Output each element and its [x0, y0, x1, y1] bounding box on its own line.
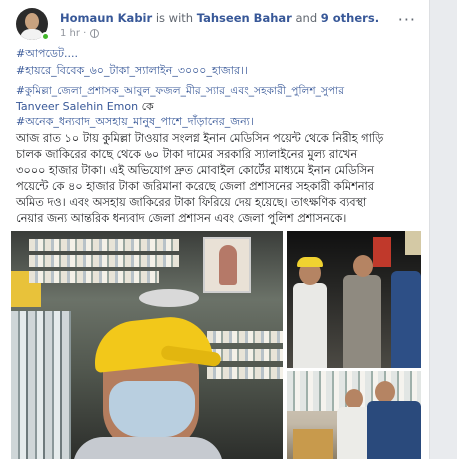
photo-ceiling-fan [139, 289, 199, 307]
poster-figure [219, 245, 237, 285]
photo-shelf [29, 255, 179, 267]
photo-shelf [29, 239, 179, 251]
photo-bottles [11, 311, 71, 459]
body-line-2: চালক জাকিরের কাছে থেকে ৬০ টাকা দামের সরক… [16, 148, 358, 161]
tagged-person-link[interactable]: Tahseen Bahar [197, 11, 292, 25]
more-options-icon[interactable]: ··· [398, 10, 416, 29]
online-status-dot [41, 32, 50, 41]
body-line-6: নেয়ার জন্য আন্তরিক ধন্যবাদ জেলা প্রশাসন… [16, 212, 347, 225]
photo-sign [405, 231, 421, 255]
photo-figure [391, 271, 421, 368]
photo-shirt [73, 437, 223, 459]
body-line-4: পয়েন্টে কে ৪০ হাজার টাকা জরিমানা করেছে … [16, 180, 375, 193]
photo-main-pharmacy[interactable] [11, 231, 283, 459]
others-link[interactable]: 9 others. [321, 11, 379, 25]
photo-head [375, 381, 395, 403]
photo-street-night[interactable] [287, 231, 421, 368]
and-text: and [295, 11, 318, 25]
photo-shelf [207, 367, 283, 379]
photo-head [345, 389, 363, 409]
post-header: Homaun Kabir is with Tahseen Bahar and 9… [16, 8, 416, 42]
body-line-3: ৩০০০ হাজার টাকা। এই অভিযোগ দ্রুত মোবাইল … [16, 164, 374, 177]
mention-suffix: কে [141, 100, 154, 113]
feed-post: Homaun Kabir is with Tahseen Bahar and 9… [0, 0, 430, 459]
hashtag-bibek[interactable]: #হায়রে_বিবেক_৬০_টাকা_স্যালাইন_৩০০০_হাজা… [16, 63, 416, 78]
photo-poster [203, 237, 251, 293]
photo-cap [297, 257, 323, 267]
hashtag-thanks[interactable]: #অনেক_ধন্যবাদ_অসহায়_মানুষ_পাশে_দাঁড়ানে… [16, 114, 416, 129]
hashtag-comilla[interactable]: #কুমিল্লা_জেলা_প্রশাসক_আবুল_ফজল_মীর_স্যা… [16, 84, 416, 99]
photo-shelf [207, 331, 283, 343]
photo-face-mask [109, 381, 195, 437]
photo-carton [293, 429, 333, 459]
author-line: Homaun Kabir is with Tahseen Bahar and 9… [60, 11, 379, 25]
photo-shelf [29, 271, 159, 283]
globe-icon [90, 29, 100, 38]
photo-figure [343, 275, 381, 368]
post-timestamp[interactable]: 1 hr · [60, 28, 86, 39]
avatar-face [25, 13, 39, 30]
photo-figure [293, 283, 327, 368]
photo-pharmacy-counter[interactable] [287, 371, 421, 459]
post-meta: 1 hr · [60, 28, 100, 39]
photo-sign [373, 237, 391, 267]
photo-grid [11, 231, 421, 459]
mention-link[interactable]: Tanveer Salehin Emon [16, 100, 138, 113]
body-line-1: আজ রাত ১০ টায় কুমিল্লা টাওয়ার সংলগ্ন ই… [16, 132, 384, 145]
photo-figure [367, 401, 421, 459]
author-name-link[interactable]: Homaun Kabir [60, 11, 152, 25]
body-line-5: অমিত দও। এবং অসহায় জাকিরের টাকা ফিরিয়ে… [16, 196, 367, 209]
mention-line: Tanveer Salehin Emon কে [16, 99, 416, 114]
photo-head [353, 255, 373, 277]
with-text: is with [155, 11, 194, 25]
hashtag-update[interactable]: #আপডেট.... [16, 46, 416, 61]
